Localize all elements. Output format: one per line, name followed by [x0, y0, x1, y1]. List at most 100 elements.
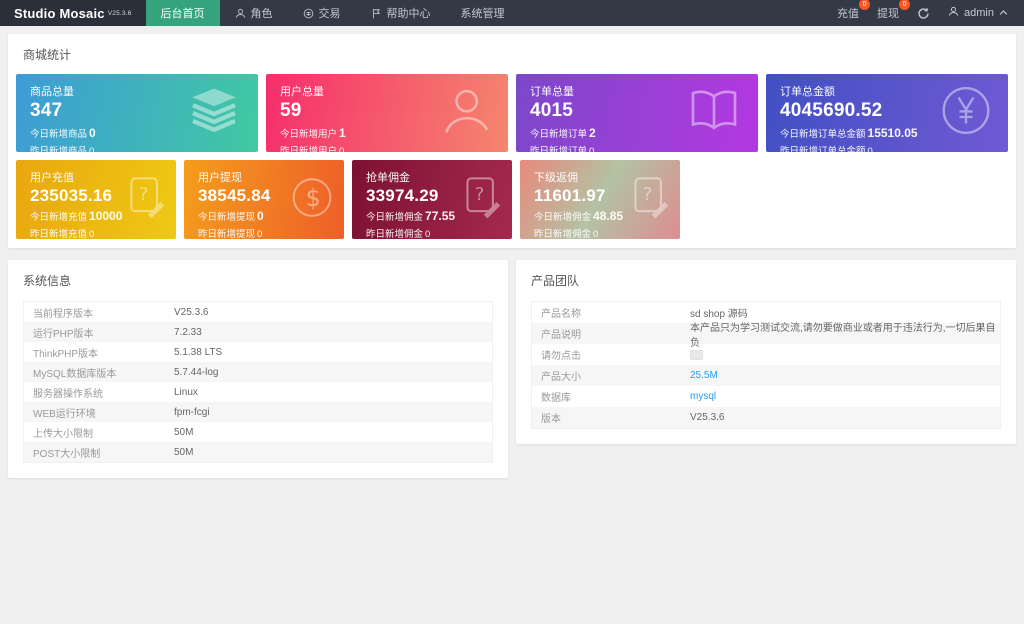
yen-circle-icon: [940, 85, 992, 142]
stat-yesterday: 昨日新增订单总金额0: [780, 143, 994, 152]
stat-card-withdraw: 用户提现 38545.84 今日新增提现0 昨日新增提现0 $: [184, 160, 344, 239]
system-info-title: 系统信息: [8, 260, 508, 300]
row-label: 当前程序版本: [24, 305, 174, 320]
menu-item-transactions[interactable]: 交易: [288, 0, 356, 26]
svg-text:?: ?: [139, 184, 149, 205]
stat-yesterday-value: 0: [339, 146, 344, 152]
app-version: V25.3.6: [108, 10, 132, 17]
stat-card-order-commission: 抢单佣金 33974.29 今日新增佣金77.55 昨日新增佣金0 ?: [352, 160, 512, 239]
database-link[interactable]: mysql: [690, 391, 716, 402]
row-value: 5.7.44-log: [174, 367, 218, 378]
menu-item-roles[interactable]: 角色: [220, 0, 288, 26]
stat-yesterday: 昨日新增提现0: [198, 226, 330, 239]
stat-yesterday-value: 0: [89, 146, 94, 152]
row-label: 服务器操作系统: [24, 385, 174, 400]
refresh-icon[interactable]: [917, 7, 930, 20]
table-row: MySQL数据库版本5.7.44-log: [24, 362, 492, 382]
top-navbar: Studio Mosaic V25.3.6 后台首页 角色 交易 帮助中心 系统…: [0, 0, 1024, 26]
menu-label: 角色: [251, 5, 273, 21]
recharge-link[interactable]: 充值 0: [837, 5, 859, 21]
row-value: 本产品只为学习测试交流,请勿要做商业或者用于违法行为,一切后果自负: [690, 319, 1000, 349]
table-row: 产品说明本产品只为学习测试交流,请勿要做商业或者用于违法行为,一切后果自负: [532, 323, 1000, 344]
menu-item-home[interactable]: 后台首页: [146, 0, 220, 26]
stat-yesterday-value: 0: [425, 229, 430, 239]
row-label: 上传大小限制: [24, 425, 174, 440]
navbar-utilities: 充值 0 提现 0 admin: [837, 0, 1024, 26]
user-menu[interactable]: admin: [948, 6, 1008, 20]
menu-item-system[interactable]: 系统管理: [446, 0, 520, 26]
username: admin: [964, 7, 994, 19]
stat-yesterday-value: 0: [593, 229, 598, 239]
recharge-badge: 0: [859, 0, 870, 10]
stat-today-label: 今日新增用户: [280, 129, 337, 140]
recharge-label: 充值: [837, 8, 859, 20]
menu-item-help-center[interactable]: 帮助中心: [356, 0, 446, 26]
stat-today-label: 今日新增佣金: [366, 212, 423, 223]
row-label: 运行PHP版本: [24, 325, 174, 340]
stat-card-orders: 订单总量 4015 今日新增订单2 昨日新增订单0: [516, 74, 758, 152]
stat-yesterday-label: 昨日新增提现: [198, 229, 255, 239]
role-user-icon: [235, 8, 246, 19]
stat-card-products: 商品总量 347 今日新增商品0 昨日新增商品0: [16, 74, 258, 152]
product-team-table: 产品名称sd shop 源码 产品说明本产品只为学习测试交流,请勿要做商业或者用…: [531, 301, 1001, 429]
stat-today-value: 48.85: [593, 209, 623, 223]
stat-yesterday-label: 昨日新增订单: [530, 146, 587, 152]
row-label: 版本: [532, 410, 690, 425]
stat-yesterday-label: 昨日新增订单总金额: [780, 146, 866, 152]
stat-today-value: 1: [339, 126, 346, 140]
main-content: 商城统计 商品总量 347 今日新增商品0 昨日新增商品0 用户总量 59 今日…: [0, 26, 1024, 486]
row-value: fpm-fcgi: [174, 407, 210, 418]
stat-today-label: 今日新增提现: [198, 212, 255, 223]
file-question-icon: ?: [126, 174, 166, 225]
row-label: 数据库: [532, 389, 690, 404]
stat-yesterday-value: 0: [868, 146, 873, 152]
stat-yesterday-label: 昨日新增佣金: [534, 229, 591, 239]
table-row: ThinkPHP版本5.1.38 LTS: [24, 342, 492, 362]
app-title: Studio Mosaic: [14, 6, 105, 21]
row-value: V25.3.6: [690, 412, 724, 423]
stat-yesterday-value: 0: [257, 229, 262, 239]
row-label: WEB运行环境: [24, 405, 174, 420]
chevron-up-icon: [999, 7, 1008, 19]
stat-yesterday: 昨日新增用户0: [280, 143, 494, 152]
table-row: 版本V25.3.6: [532, 407, 1000, 428]
stat-card-order-total: 订单总金额 4045690.52 今日新增订单总金额15510.05 昨日新增订…: [766, 74, 1008, 152]
stat-today-label: 今日新增充值: [30, 212, 87, 223]
stats-panel: 商城统计 商品总量 347 今日新增商品0 昨日新增商品0 用户总量 59 今日…: [8, 34, 1016, 248]
stat-yesterday: 昨日新增充值0: [30, 226, 162, 239]
stat-yesterday-label: 昨日新增充值: [30, 229, 87, 239]
file-question-icon: ?: [630, 174, 670, 225]
system-info-table: 当前程序版本V25.3.6 运行PHP版本7.2.33 ThinkPHP版本5.…: [23, 301, 493, 463]
stat-today-value: 0: [89, 126, 96, 140]
stat-yesterday-value: 0: [589, 146, 594, 152]
file-question-icon: ?: [462, 174, 502, 225]
stat-yesterday: 昨日新增商品0: [30, 143, 244, 152]
stat-today-label: 今日新增佣金: [534, 212, 591, 223]
withdraw-link[interactable]: 提现 0: [877, 5, 899, 21]
layers-icon: [186, 86, 242, 141]
stat-today-label: 今日新增订单总金额: [780, 129, 866, 140]
stat-yesterday-value: 0: [89, 229, 94, 239]
do-not-click-icon[interactable]: [690, 350, 703, 360]
stat-yesterday: 昨日新增佣金0: [366, 226, 498, 239]
row-value: 50M: [174, 447, 193, 458]
svg-text:?: ?: [475, 184, 485, 205]
product-team-title: 产品团队: [516, 260, 1016, 300]
stat-today-label: 今日新增商品: [30, 129, 87, 140]
menu-label: 交易: [319, 5, 341, 21]
row-label: 产品大小: [532, 368, 690, 383]
table-row: 产品大小25.5M: [532, 365, 1000, 386]
svg-text:?: ?: [643, 184, 653, 205]
table-row: 当前程序版本V25.3.6: [24, 302, 492, 322]
stat-today-value: 15510.05: [868, 126, 918, 140]
table-row: 服务器操作系统Linux: [24, 382, 492, 402]
row-value: 7.2.33: [174, 327, 202, 338]
product-size-link[interactable]: 25.5M: [690, 370, 718, 381]
svg-text:$: $: [306, 183, 321, 211]
user-icon: [438, 86, 492, 141]
stat-yesterday: 昨日新增订单0: [530, 143, 744, 152]
product-team-panel: 产品团队 产品名称sd shop 源码 产品说明本产品只为学习测试交流,请勿要做…: [516, 260, 1016, 444]
stat-yesterday-label: 昨日新增用户: [280, 146, 337, 152]
app-brand: Studio Mosaic V25.3.6: [0, 0, 146, 26]
stat-yesterday-label: 昨日新增商品: [30, 146, 87, 152]
